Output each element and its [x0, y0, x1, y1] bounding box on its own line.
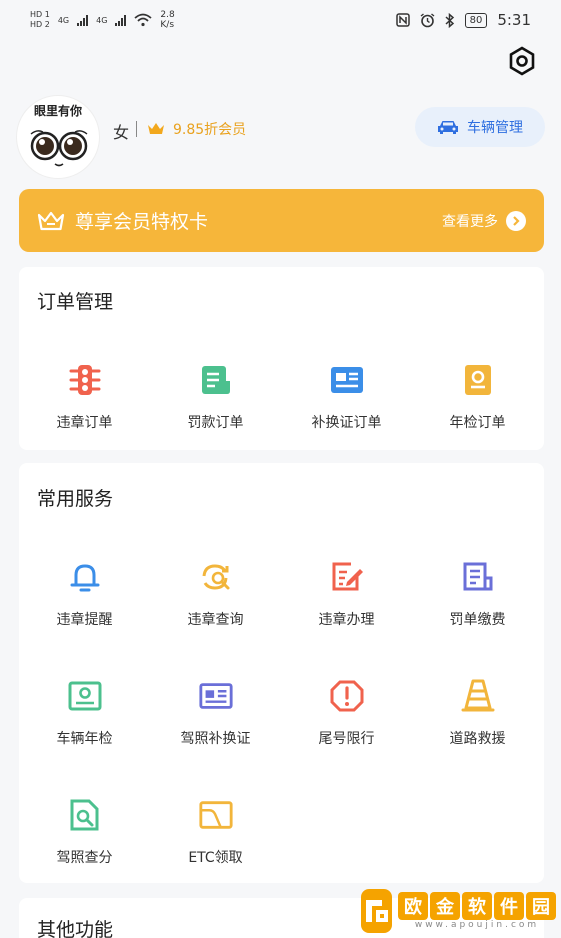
orders-item[interactable]: 罚款订单	[150, 362, 281, 432]
member-level-label: 9.85折会员	[173, 122, 247, 138]
watermark-text: 欧金软件园 www.apoujin.com	[398, 892, 556, 930]
vehicle-management-button[interactable]: 车辆管理	[415, 107, 545, 147]
watermark-logo	[361, 889, 392, 933]
vip-see-more-label: 查看更多	[442, 213, 498, 230]
avatar[interactable]: 眼里有你	[16, 95, 100, 179]
network-speed: 2.8 K/s	[160, 10, 174, 30]
other-functions-title: 其他功能	[37, 919, 114, 938]
speed-value: 2.8	[160, 10, 175, 20]
nfc-icon	[395, 13, 410, 27]
battery-indicator: 80	[464, 12, 488, 28]
status-bar: HD 1 HD 2 4G 4G 2.8 K/s 80 5:31	[0, 0, 561, 40]
orders-item-label: 罚款订单	[187, 415, 244, 431]
site-watermark: 欧金软件园 www.apoujin.com	[361, 889, 556, 933]
warning-octagon-icon	[329, 678, 365, 714]
inspection-badge-icon	[460, 362, 496, 398]
services-item[interactable]: 违章查询	[150, 559, 281, 629]
hd-indicator: HD 1 HD 2	[30, 10, 50, 30]
signal-icon-2	[115, 14, 127, 26]
bluetooth-icon	[445, 12, 454, 28]
services-item[interactable]: ETC领取	[150, 797, 281, 867]
wifi-icon	[134, 13, 152, 27]
network-label-1: 4G	[57, 15, 70, 25]
license-card-icon	[198, 678, 234, 714]
divider	[136, 121, 137, 137]
network-label-2: 4G	[96, 15, 108, 25]
services-item[interactable]: 道路救援	[412, 678, 543, 748]
services-item-label: 尾号限行	[318, 731, 375, 747]
signal-icon	[77, 14, 89, 26]
orders-item-label: 补换证订单	[311, 415, 382, 431]
watermark-char: 件	[494, 892, 524, 920]
edit-document-icon	[329, 559, 365, 595]
watermark-chars: 欧金软件园	[398, 892, 556, 920]
services-item[interactable]: 驾照查分	[19, 797, 150, 867]
services-item-label: 车辆年检	[56, 731, 113, 747]
services-item-label: 驾照查分	[56, 850, 113, 866]
watermark-char: 园	[526, 892, 556, 920]
orders-item[interactable]: 违章订单	[19, 362, 150, 432]
services-item-label: 违章查询	[187, 612, 244, 628]
license-search-icon	[67, 797, 103, 833]
crown-outline-icon	[37, 211, 65, 230]
clock-time: 5:31	[497, 11, 531, 29]
car-icon	[438, 121, 458, 134]
speed-unit: K/s	[160, 20, 175, 30]
status-right: 80 5:31	[395, 11, 531, 29]
watermark-char: 软	[462, 892, 492, 920]
watermark-char: 金	[430, 892, 460, 920]
services-item-label: 违章办理	[318, 612, 375, 628]
services-item-label: 罚单缴费	[449, 612, 506, 628]
hd2-label: HD 2	[30, 20, 50, 29]
services-item-label: ETC领取	[188, 850, 243, 866]
services-item[interactable]: 驾照补换证	[150, 678, 281, 748]
services-item[interactable]: 违章提醒	[19, 559, 150, 629]
services-item[interactable]: 罚单缴费	[412, 559, 543, 629]
orders-item[interactable]: 年检订单	[412, 362, 543, 432]
avatar-face-illustration	[30, 130, 88, 167]
services-item-label: 道路救援	[449, 731, 506, 747]
settings-button[interactable]	[506, 45, 538, 77]
orders-item[interactable]: 补换证订单	[281, 362, 412, 432]
vip-card-title: 尊享会员特权卡	[75, 211, 209, 233]
ticket-document-icon	[460, 559, 496, 595]
gender-label: 女	[113, 123, 130, 142]
orders-item-label: 年检订单	[449, 415, 506, 431]
services-item-label: 驾照补换证	[180, 731, 251, 747]
settings-hexagon-icon	[509, 46, 535, 76]
watermark-url: www.apoujin.com	[414, 920, 540, 930]
services-item[interactable]: 尾号限行	[281, 678, 412, 748]
common-services-title: 常用服务	[37, 488, 114, 510]
hd1-label: HD 1	[30, 10, 50, 19]
bell-icon	[67, 559, 103, 595]
vip-privilege-card[interactable]: 尊享会员特权卡 查看更多	[19, 189, 544, 252]
services-item[interactable]: 违章办理	[281, 559, 412, 629]
traffic-light-icon	[67, 362, 103, 398]
vehicle-inspection-icon	[67, 678, 103, 714]
vehicle-management-label: 车辆管理	[467, 120, 523, 136]
crown-icon	[148, 123, 164, 134]
order-management-title: 订单管理	[37, 291, 114, 313]
refresh-search-icon	[198, 559, 234, 595]
id-card-icon	[329, 362, 365, 398]
traffic-cone-icon	[460, 678, 496, 714]
status-left: HD 1 HD 2 4G 4G 2.8 K/s	[30, 10, 175, 30]
chevron-right-icon	[506, 210, 526, 231]
services-item-label: 违章提醒	[56, 612, 113, 628]
etc-card-icon	[198, 797, 234, 833]
services-item[interactable]: 车辆年检	[19, 678, 150, 748]
watermark-char: 欧	[398, 892, 428, 920]
vip-see-more[interactable]: 查看更多	[442, 210, 526, 231]
alarm-icon	[420, 12, 435, 27]
orders-item-label: 违章订单	[56, 415, 113, 431]
receipt-icon	[198, 362, 234, 398]
vip-title-group: 尊享会员特权卡	[37, 207, 208, 234]
